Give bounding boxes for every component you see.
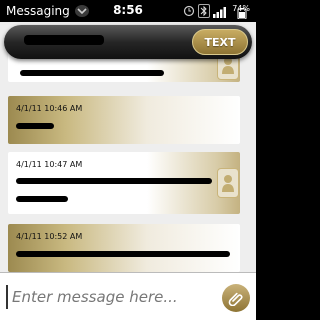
bluetooth-icon [198,4,210,18]
attach-button[interactable] [222,284,250,312]
contact-avatar[interactable] [217,168,239,198]
message-bubble[interactable]: 4/1/11 10:47 AM [8,152,240,214]
status-icons[interactable]: 74% [183,3,252,19]
redacted-contact-name [24,35,104,45]
messaging-screen: Messaging 8:56 74% 4/1/11 10:46 AM 4/1/1… [0,0,256,320]
battery: 74% [232,3,252,19]
redacted-text [16,123,54,129]
contact-header[interactable]: TEXT [4,25,252,59]
redacted-text [16,178,212,184]
message-timestamp: 4/1/11 10:46 AM [16,104,83,113]
paperclip-icon [228,292,243,306]
text-button[interactable]: TEXT [192,29,248,55]
message-timestamp: 4/1/11 10:52 AM [16,232,83,241]
person-silhouette-icon [222,175,234,192]
conversation-list[interactable]: 4/1/11 10:46 AM 4/1/11 10:47 AM 4/1/11 1… [0,22,256,272]
compose-bar [0,272,256,320]
redacted-text [16,196,68,202]
message-timestamp: 4/1/11 10:47 AM [16,160,83,169]
message-bubble[interactable]: 4/1/11 10:52 AM [8,224,240,272]
message-input[interactable] [6,285,206,309]
battery-percentage: 74% [232,4,250,13]
redacted-text [16,251,230,257]
redacted-text [20,70,164,76]
signal-bars-icon [213,6,226,18]
message-bubble[interactable]: 4/1/11 10:46 AM [8,96,240,144]
clock-icon [183,5,195,17]
status-bar: Messaging 8:56 74% [0,0,256,22]
